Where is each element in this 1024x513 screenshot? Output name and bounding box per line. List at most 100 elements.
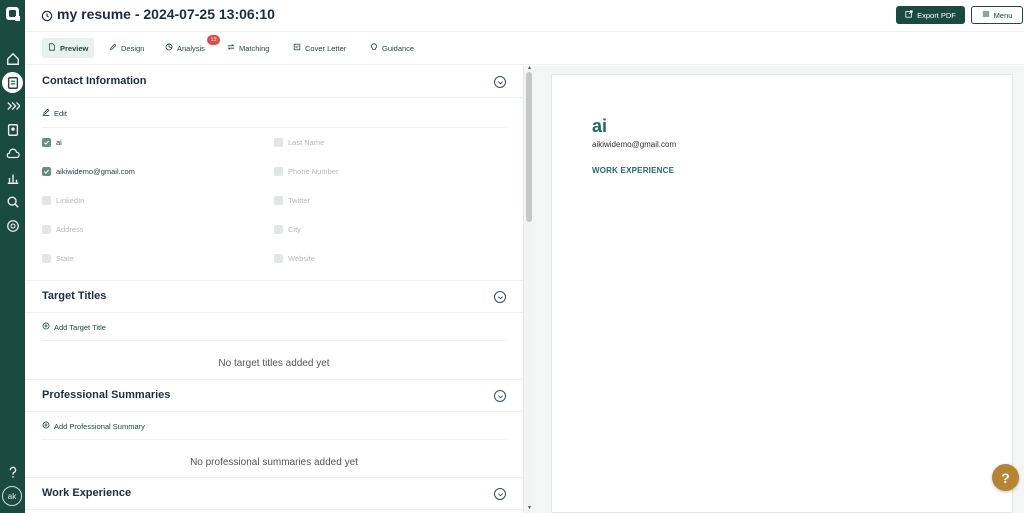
field-city[interactable]: City [274, 223, 301, 235]
lightbulb-icon [370, 43, 378, 53]
tab-label: Guidance [382, 43, 415, 53]
summaries-section-header[interactable]: Professional Summaries [25, 380, 523, 412]
tab-label: Preview [60, 43, 89, 53]
swap-icon [227, 43, 235, 53]
export-pdf-button[interactable]: Export PDF [896, 6, 965, 24]
app-logo-icon[interactable] [2, 3, 23, 24]
tab-guidance[interactable]: Guidance [364, 38, 420, 58]
tab-label: Matching [239, 43, 270, 53]
plus-circle-icon [42, 322, 50, 332]
resume-icon[interactable] [2, 72, 23, 93]
section-title: Professional Summaries [42, 389, 171, 401]
contacts-book-icon[interactable] [2, 119, 23, 140]
field-first-name[interactable]: ai [42, 136, 62, 148]
checked-checkbox-icon[interactable] [42, 166, 51, 176]
scroll-down-arrow-icon[interactable]: ▼ [526, 506, 533, 511]
tab-preview[interactable]: Preview [42, 38, 95, 58]
left-rail: ak [0, 0, 25, 513]
resume-page: ai aikiwidemo@gmail.com WORK EXPERIENCE [551, 74, 1013, 513]
pencil-icon [109, 43, 117, 53]
field-label: State [56, 253, 74, 263]
file-icon [48, 43, 56, 53]
divider [42, 439, 506, 440]
add-label: Add Target Title [54, 322, 106, 332]
add-professional-summary-button[interactable]: Add Professional Summary [42, 419, 145, 433]
field-label: Phone Number [288, 166, 339, 176]
field-last-name[interactable]: Last Name [274, 136, 324, 148]
letter-icon [293, 43, 301, 53]
section-title: Contact Information [42, 75, 147, 87]
search-icon[interactable] [2, 191, 23, 212]
pie-chart-icon [165, 43, 173, 53]
field-email[interactable]: aikiwidemo@gmail.com [42, 165, 135, 177]
checkbox-icon[interactable] [274, 137, 283, 147]
checkbox-icon[interactable] [42, 253, 51, 263]
checkbox-icon[interactable] [274, 166, 283, 176]
tab-cover-letter[interactable]: Cover Letter [287, 38, 352, 58]
field-website[interactable]: Website [274, 252, 315, 264]
scroll-up-arrow-icon[interactable]: ▲ [526, 66, 533, 71]
menu-button[interactable]: Menu [971, 6, 1023, 24]
checkbox-icon[interactable] [42, 195, 51, 205]
scroll-thumb[interactable] [526, 72, 532, 222]
add-label: Add Professional Summary [54, 421, 145, 431]
bar-chart-icon[interactable] [2, 167, 23, 188]
pencil-icon [42, 108, 50, 118]
resume-section-heading: WORK EXPERIENCE [592, 166, 675, 175]
export-icon [905, 10, 913, 20]
tab-label: Cover Letter [305, 43, 347, 53]
editor-panel: Contact Information Edit ai Last Name ai… [25, 66, 523, 513]
tab-label: Analysis [177, 43, 205, 53]
checkbox-icon[interactable] [274, 195, 283, 205]
checkbox-icon[interactable] [274, 224, 283, 234]
field-label: City [288, 224, 301, 234]
collapse-chevron-icon[interactable] [494, 291, 506, 303]
field-phone[interactable]: Phone Number [274, 165, 338, 177]
tab-matching[interactable]: Matching [221, 38, 275, 58]
field-state[interactable]: State [42, 252, 74, 264]
page-title: my resume - 2024-07-25 13:06:10 [57, 6, 275, 22]
field-label: Address [56, 224, 84, 234]
avatar[interactable]: ak [2, 486, 22, 506]
collapse-chevron-icon[interactable] [494, 76, 506, 88]
resume-name: ai [592, 116, 608, 136]
editor-scrollbar[interactable]: ▲ ▼ [523, 66, 534, 513]
field-label: Website [288, 253, 315, 263]
collapse-chevron-icon[interactable] [494, 488, 506, 500]
empty-state-text: No professional summaries added yet [190, 457, 358, 468]
contact-section-header[interactable]: Contact Information [25, 66, 523, 98]
field-label: Twitter [288, 195, 311, 205]
analysis-count-badge: 13 [207, 35, 220, 45]
add-target-title-button[interactable]: Add Target Title [42, 320, 106, 334]
field-label: aikiwidemo@gmail.com [56, 166, 135, 176]
work-experience-section-header[interactable]: Work Experience [25, 478, 523, 510]
checked-checkbox-icon[interactable] [42, 137, 51, 147]
tab-design[interactable]: Design [103, 38, 150, 58]
tab-analysis[interactable]: Analysis [159, 38, 211, 58]
header-bar: my resume - 2024-07-25 13:06:10 Export P… [25, 0, 1024, 32]
edit-contact-button[interactable]: Edit [42, 106, 67, 120]
help-button[interactable]: ? [992, 464, 1019, 491]
home-icon[interactable] [2, 48, 23, 69]
checkbox-icon[interactable] [274, 253, 283, 263]
resume-email: aikiwidemo@gmail.com [592, 140, 677, 149]
cloud-icon[interactable] [2, 143, 23, 164]
empty-state-text: No target titles added yet [218, 358, 330, 369]
field-twitter[interactable]: Twitter [274, 194, 310, 206]
app: ak my resume - 2024-07-25 13:06:10 Expor… [0, 0, 1024, 513]
section-title: Work Experience [42, 487, 132, 499]
field-linkedin[interactable]: LinkedIn [42, 194, 84, 206]
chrome-extension-icon[interactable] [2, 215, 23, 236]
double-chevron-right-icon[interactable] [2, 95, 23, 116]
tab-bar: Preview Design Analysis 13 Matching Cove… [25, 32, 1024, 65]
tab-label: Design [121, 43, 145, 53]
section-title: Target Titles [42, 290, 107, 302]
help-icon[interactable] [2, 461, 23, 482]
target-titles-section-header[interactable]: Target Titles [25, 281, 523, 313]
clock-icon [41, 9, 53, 22]
checkbox-icon[interactable] [42, 224, 51, 234]
plus-circle-icon [42, 421, 50, 431]
field-address[interactable]: Address [42, 223, 84, 235]
menu-label: Menu [993, 10, 1013, 20]
collapse-chevron-icon[interactable] [494, 390, 506, 402]
